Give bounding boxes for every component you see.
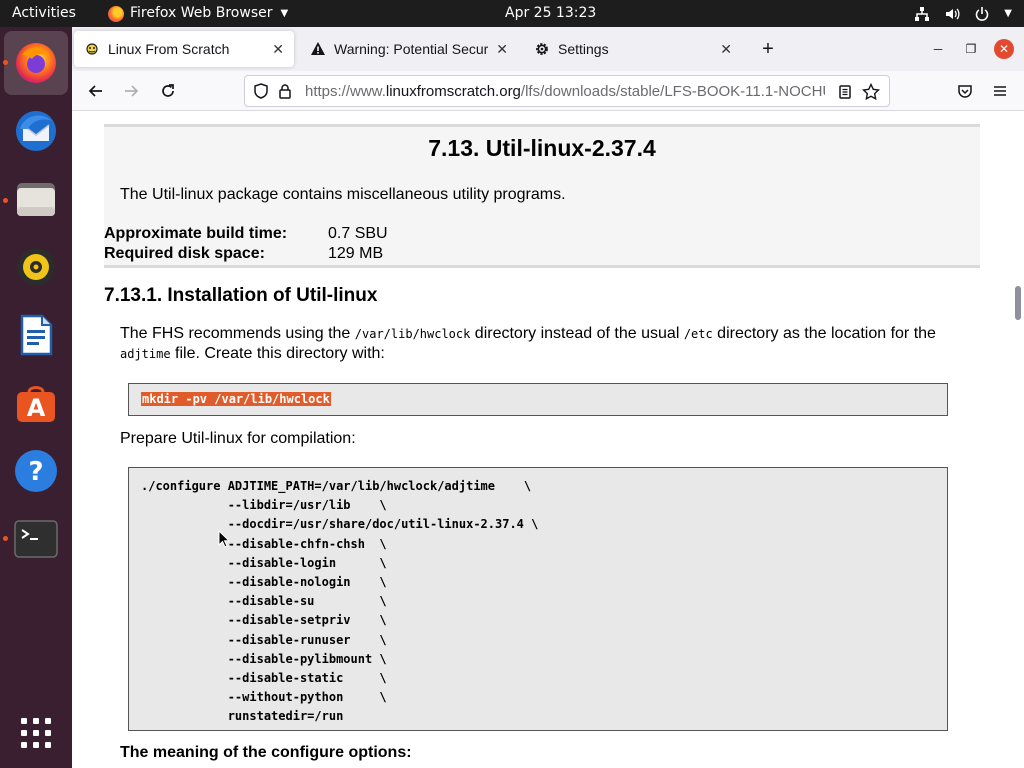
reader-view-icon[interactable] xyxy=(835,82,855,102)
code-line: runstatedir=/run xyxy=(141,709,344,724)
dock-thunderbird[interactable] xyxy=(4,99,68,163)
tab-linux-from-scratch[interactable]: Linux From Scratch ✕ xyxy=(74,31,294,67)
close-icon[interactable]: ✕ xyxy=(496,41,508,58)
page-title: 7.13. Util-linux-2.37.4 xyxy=(428,135,656,161)
package-description: The Util-linux package contains miscella… xyxy=(120,186,566,203)
navigation-toolbar: https://www.linuxfromscratch.org/lfs/dow… xyxy=(72,71,1024,111)
dock: A ? xyxy=(0,27,72,768)
folder-icon xyxy=(17,183,55,216)
code-line: --disable-setpriv \ xyxy=(141,613,387,628)
writer-icon xyxy=(20,314,53,356)
minimize-button[interactable]: ─ xyxy=(929,40,947,58)
gear-icon xyxy=(534,41,550,57)
rhythmbox-icon xyxy=(17,248,55,286)
back-arrow-icon xyxy=(88,85,102,97)
mouse-pointer-icon xyxy=(218,530,230,548)
new-tab-button[interactable]: + xyxy=(756,37,780,61)
selected-command-text[interactable]: mkdir -pv /var/lib/hwclock xyxy=(141,392,331,406)
system-tray[interactable]: ▼ xyxy=(914,0,1012,27)
top-bar: Activities Firefox Web Browser ▼ Apr 25 … xyxy=(0,0,1024,27)
tab-security-warning[interactable]: Warning: Potential Security Risk Ahead ✕ xyxy=(300,31,518,67)
reload-button[interactable] xyxy=(157,80,179,102)
forward-button[interactable] xyxy=(120,80,142,102)
close-icon[interactable]: ✕ xyxy=(272,41,284,58)
code-line: --disable-login \ xyxy=(141,555,387,570)
inline-code: adjtime xyxy=(120,347,171,361)
code-line: --without-python \ xyxy=(141,690,387,705)
section-heading: 7.13.1. Installation of Util-linux xyxy=(104,285,378,306)
dock-help[interactable]: ? xyxy=(4,439,68,503)
firefox-icon xyxy=(16,43,56,83)
url-bar[interactable]: https://www.linuxfromscratch.org/lfs/dow… xyxy=(244,75,890,107)
fhs-paragraph: The FHS recommends using the /var/lib/hw… xyxy=(120,325,936,362)
app-menu-label: Firefox Web Browser xyxy=(130,5,273,21)
tab-strip: Linux From Scratch ✕ Warning: Potential … xyxy=(72,27,1024,71)
activities-button[interactable]: Activities xyxy=(12,0,76,27)
back-button[interactable] xyxy=(85,80,107,102)
configure-options-heading: The meaning of the configure options: xyxy=(120,744,412,761)
lfs-favicon xyxy=(84,41,100,57)
firefox-icon xyxy=(108,5,124,22)
tab-settings[interactable]: Settings ✕ xyxy=(524,31,742,67)
prepare-paragraph: Prepare Util-linux for compilation: xyxy=(120,430,356,447)
code-line: --disable-nologin \ xyxy=(141,574,387,589)
menu-button[interactable] xyxy=(989,80,1011,102)
code-line: --docdir=/usr/share/doc/util-linux-2.37.… xyxy=(141,517,539,532)
svg-text:A: A xyxy=(27,394,46,422)
tracking-protection-shield-icon[interactable] xyxy=(251,81,271,101)
terminal-icon xyxy=(14,520,58,558)
network-icon xyxy=(914,6,930,22)
code-line: --disable-runuser \ xyxy=(141,632,387,647)
volume-icon xyxy=(944,6,960,22)
build-time-value: 0.7 SBU xyxy=(328,225,388,242)
url-text[interactable]: https://www.linuxfromscratch.org/lfs/dow… xyxy=(305,83,825,100)
build-time-label: Approximate build time: xyxy=(104,225,288,242)
software-bag-icon: A xyxy=(17,386,55,422)
svg-text:?: ? xyxy=(28,457,43,487)
configure-command-block[interactable]: ./configure ADJTIME_PATH=/var/lib/hwcloc… xyxy=(128,467,948,731)
code-line: --disable-pylibmount \ xyxy=(141,651,387,666)
dock-libreoffice-writer[interactable] xyxy=(4,303,68,367)
show-applications-button[interactable] xyxy=(4,701,68,765)
close-window-button[interactable]: ✕ xyxy=(994,39,1014,59)
code-line: --disable-chfn-chsh \ xyxy=(141,536,387,551)
maximize-button[interactable]: ❐ xyxy=(962,40,980,58)
code-line: ./configure ADJTIME_PATH=/var/lib/hwcloc… xyxy=(141,479,532,493)
thunderbird-icon xyxy=(16,111,56,151)
code-line: --disable-static \ xyxy=(141,670,387,685)
disk-space-label: Required disk space: xyxy=(104,245,265,262)
code-line: --libdir=/usr/lib \ xyxy=(141,498,387,513)
chevron-down-icon: ▼ xyxy=(1004,8,1012,19)
page-content: 7.13. Util-linux-2.37.4 The Util-linux p… xyxy=(72,112,1024,768)
hamburger-menu-icon xyxy=(994,86,1006,96)
inline-code: /etc xyxy=(683,327,713,341)
pocket-button[interactable] xyxy=(954,80,976,102)
dock-ubuntu-software[interactable]: A xyxy=(4,371,68,435)
help-icon: ? xyxy=(15,450,57,492)
mkdir-command-block[interactable]: mkdir -pv /var/lib/hwclock xyxy=(128,383,948,416)
power-icon xyxy=(974,6,990,22)
scrollbar-thumb[interactable] xyxy=(1015,286,1021,320)
app-menu[interactable]: Firefox Web Browser ▼ xyxy=(108,0,288,27)
close-icon[interactable]: ✕ xyxy=(720,41,732,58)
firefox-window: Linux From Scratch ✕ Warning: Potential … xyxy=(72,27,1024,768)
lock-icon[interactable] xyxy=(275,81,295,101)
dock-rhythmbox[interactable] xyxy=(4,235,68,299)
inline-code: /var/lib/hwclock xyxy=(354,327,471,341)
reload-icon xyxy=(162,84,174,97)
warning-icon xyxy=(310,41,326,57)
bookmark-star-icon[interactable] xyxy=(861,82,881,102)
page-scrollbar[interactable] xyxy=(1014,127,1022,768)
code-line: --disable-su \ xyxy=(141,594,387,609)
disk-space-value: 129 MB xyxy=(328,245,384,262)
clock[interactable]: Apr 25 13:23 xyxy=(505,0,596,27)
chevron-down-icon: ▼ xyxy=(280,8,289,19)
app-grid-icon xyxy=(21,718,51,748)
dock-terminal[interactable] xyxy=(4,507,68,571)
package-info-box: 7.13. Util-linux-2.37.4 The Util-linux p… xyxy=(104,124,980,268)
forward-arrow-icon xyxy=(125,85,139,97)
dock-firefox[interactable] xyxy=(4,31,68,95)
pocket-icon xyxy=(958,85,972,98)
dock-files[interactable] xyxy=(4,167,68,231)
